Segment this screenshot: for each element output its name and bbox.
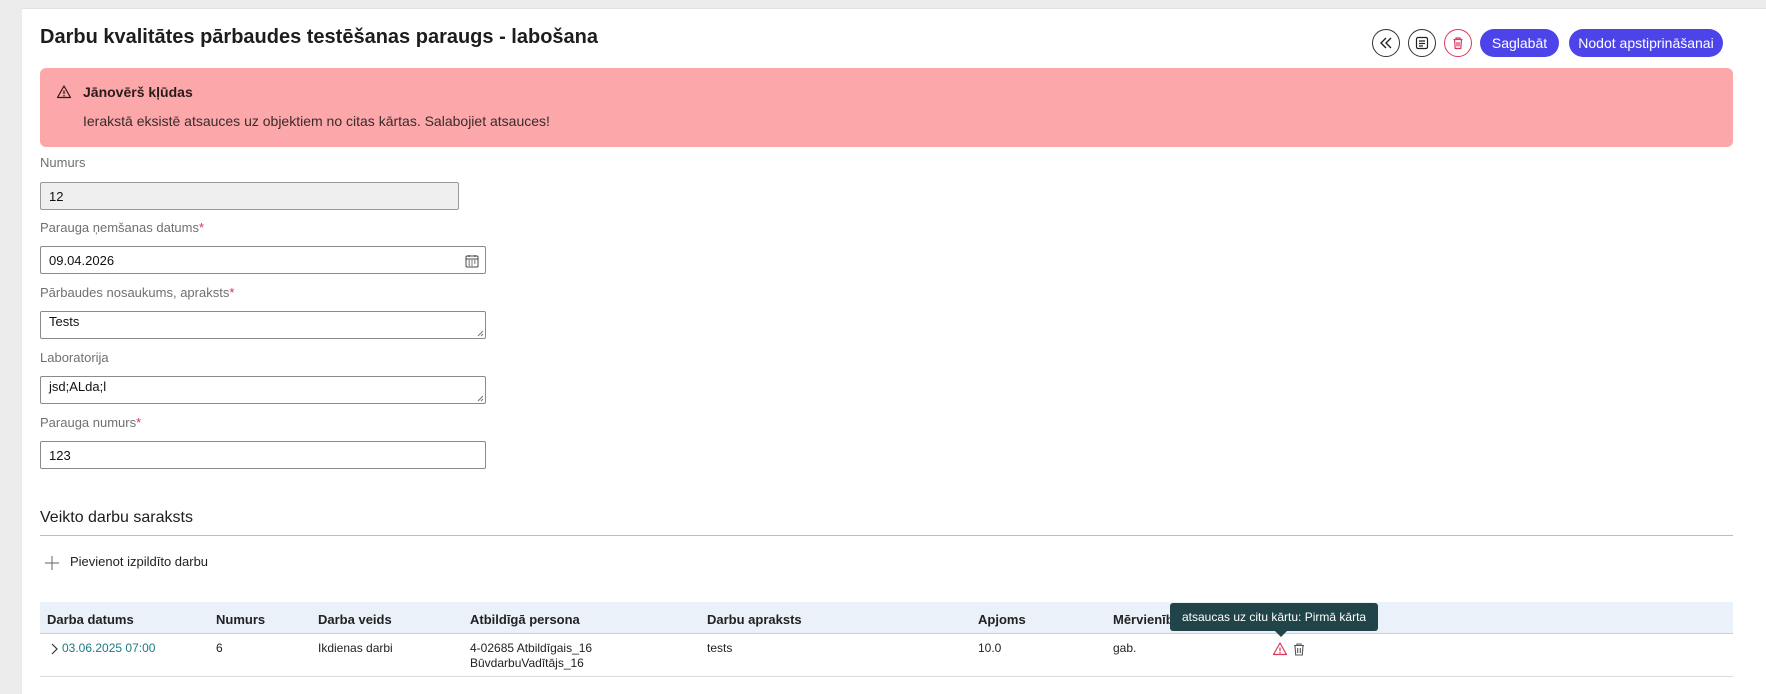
submit-for-approval-button[interactable]: Nodot apstiprināšanai	[1569, 29, 1723, 57]
warning-icon	[56, 85, 72, 99]
section-divider	[40, 535, 1733, 536]
resize-grip-icon[interactable]	[476, 329, 484, 337]
trash-icon	[1453, 37, 1463, 50]
trash-icon[interactable]	[1292, 641, 1306, 657]
document-button[interactable]	[1408, 29, 1436, 57]
works-table-header: Darba datums Numurs Darba veids Atbildīg…	[40, 602, 1733, 634]
laboratory-textarea[interactable]: jsd;ALda;l	[40, 376, 486, 404]
column-header-amount[interactable]: Apjoms	[978, 612, 1026, 627]
column-header-number[interactable]: Numurs	[216, 612, 265, 627]
row-date-link[interactable]: 03.06.2025 07:00	[62, 641, 155, 656]
row-person-line-1: 4-02685 Atbildīgais_16	[470, 641, 593, 655]
alert-message: Ierakstā eksistē atsauces uz objektiem n…	[83, 113, 550, 129]
row-description: tests	[707, 641, 733, 655]
row-amount: 10.0	[978, 641, 1002, 655]
column-header-description[interactable]: Darbu apraksts	[707, 612, 802, 627]
sample-date-field[interactable]: 09.04.2026	[40, 246, 486, 274]
alert-title: Jānovērš kļūdas	[83, 84, 193, 100]
works-section-title: Veikto darbu saraksts	[40, 509, 193, 526]
row-unit: gab.	[1113, 641, 1137, 655]
page-title: Darbu kvalitātes pārbaudes testēšanas pa…	[40, 26, 598, 48]
sample-number-label: Parauga numurs*	[40, 415, 142, 430]
check-name-label: Pārbaudes nosaukums, apraksts*	[40, 285, 235, 300]
save-button[interactable]: Saglabāt	[1480, 29, 1559, 57]
warning-icon[interactable]	[1272, 641, 1288, 657]
back-button[interactable]	[1372, 29, 1400, 57]
table-row[interactable]: 03.06.2025 07:00 6 Ikdienas darbi 4-0268…	[40, 634, 1733, 677]
row-work-type: Ikdienas darbi	[318, 641, 393, 655]
calendar-icon[interactable]	[464, 253, 480, 269]
add-work-label: Pievienot izpildīto darbu	[70, 553, 209, 569]
error-alert: Jānovērš kļūdas Ierakstā eksistē atsauce…	[40, 68, 1733, 147]
resize-grip-icon[interactable]	[476, 394, 484, 402]
reference-tooltip: atsaucas uz citu kārtu: Pirmā kārta	[1170, 603, 1379, 637]
delete-button[interactable]	[1444, 29, 1472, 57]
chevron-right-icon[interactable]	[50, 643, 58, 655]
number-field[interactable]: 12	[40, 182, 459, 210]
column-header-date[interactable]: Darba datums	[47, 612, 134, 627]
check-name-value: Tests	[49, 314, 80, 329]
row-number: 6	[216, 641, 223, 655]
column-header-work-type[interactable]: Darba veids	[318, 612, 392, 627]
sample-date-label: Parauga ņemšanas datums*	[40, 220, 205, 235]
column-header-responsible-person[interactable]: Atbildīgā persona	[470, 612, 580, 627]
document-icon	[1415, 36, 1429, 50]
number-label: Numurs	[40, 155, 86, 170]
double-chevron-left-icon	[1380, 37, 1392, 49]
sample-number-field[interactable]: 123	[40, 441, 486, 469]
add-work-link[interactable]: Pievienot izpildīto darbu	[44, 553, 209, 571]
sample-date-value: 09.04.2026	[49, 253, 115, 268]
laboratory-label: Laboratorija	[40, 350, 109, 365]
row-responsible-person: 4-02685 Atbildīgais_16 BūvdarbuVadītājs_…	[470, 641, 592, 671]
plus-icon	[45, 556, 59, 570]
laboratory-value: jsd;ALda;l	[49, 379, 107, 394]
column-header-unit[interactable]: Mērvienīb	[1113, 612, 1174, 627]
row-person-line-2: BūvdarbuVadītājs_16	[470, 656, 584, 670]
check-name-textarea[interactable]: Tests	[40, 311, 486, 339]
